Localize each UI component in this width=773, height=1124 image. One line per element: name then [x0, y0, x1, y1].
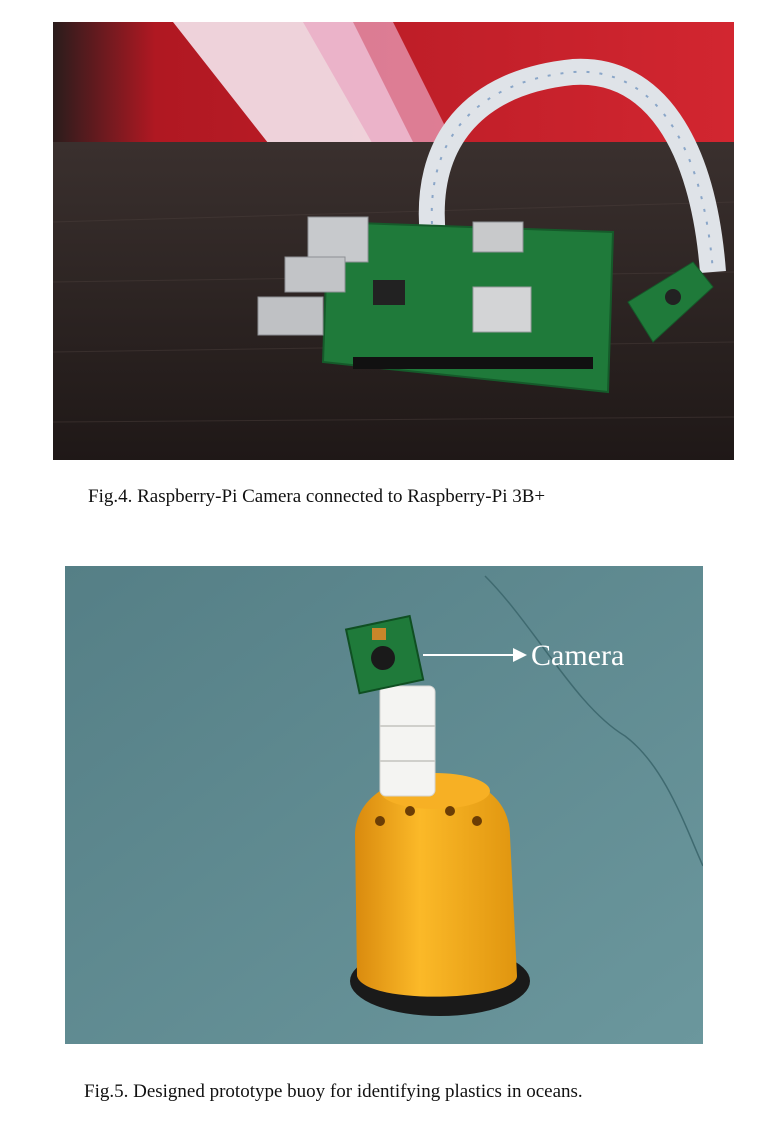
- buoy-body: [355, 776, 517, 997]
- figure-4-photo: [53, 22, 734, 460]
- usb-port: [257, 296, 324, 336]
- camera-lens: [371, 646, 395, 670]
- vent-hole: [472, 816, 482, 826]
- soc-chip: [472, 286, 532, 333]
- figure-5-photo: Camera: [65, 566, 703, 1044]
- figure-4-caption: Fig.4. Raspberry-Pi Camera connected to …: [88, 486, 546, 507]
- white-tube: [379, 685, 436, 797]
- vent-hole: [445, 806, 455, 816]
- gpio-header: [353, 357, 593, 369]
- camera-label: Camera: [531, 639, 624, 672]
- raspberry-pi-photo: [53, 22, 734, 460]
- chip: [373, 280, 405, 305]
- hdmi-port: [472, 221, 524, 253]
- vent-hole: [375, 816, 385, 826]
- figure-5-caption: Fig.5. Designed prototype buoy for ident…: [84, 1081, 583, 1102]
- ethernet-port: [307, 216, 369, 263]
- vent-hole: [405, 806, 415, 816]
- buoy-photo: Camera: [65, 566, 703, 1044]
- usb-port: [284, 256, 346, 293]
